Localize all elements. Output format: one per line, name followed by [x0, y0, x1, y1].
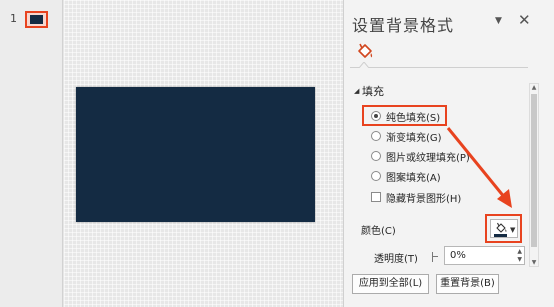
panel-scrollbar[interactable]: ▲ ▼ — [529, 83, 539, 267]
hide-background-checkbox[interactable] — [371, 192, 381, 202]
section-collapse-icon[interactable]: ◢ — [354, 87, 359, 95]
solid-fill-highlight — [362, 105, 447, 126]
color-picker-button[interactable]: ▼ — [490, 219, 518, 238]
picture-fill-label: 图片或纹理填充(P) — [386, 153, 470, 164]
transparency-slider[interactable] — [432, 252, 438, 262]
hide-background-label: 隐藏背景图形(H) — [386, 194, 462, 205]
slide-number: 1 — [10, 12, 17, 25]
spin-down-icon[interactable]: ▼ — [517, 256, 522, 263]
reset-background-button[interactable]: 重置背景(B) — [436, 274, 499, 294]
scroll-up-icon[interactable]: ▲ — [530, 84, 538, 91]
color-label: 颜色(C) — [361, 226, 396, 237]
format-background-panel: 设置背景格式 ▼ ✕ ◢ 填充 纯色填充(S) 渐变填充(G) 图片或纹理填充(… — [343, 0, 554, 307]
transparency-value[interactable]: 0% — [450, 250, 466, 261]
apply-to-all-button[interactable]: 应用到全部(L) — [352, 274, 429, 294]
pattern-fill-label: 图案填充(A) — [386, 173, 441, 184]
current-slide[interactable] — [76, 87, 315, 222]
thumbnail-pane: 1 — [0, 0, 63, 307]
panel-title: 设置背景格式 — [352, 16, 455, 35]
spin-up-icon[interactable]: ▲ — [517, 248, 522, 255]
dropdown-caret-icon[interactable]: ▼ — [495, 16, 502, 26]
tab-pointer — [359, 62, 369, 68]
close-icon[interactable]: ✕ — [518, 11, 531, 29]
chevron-down-icon[interactable]: ▼ — [510, 226, 515, 234]
scrollbar-thumb[interactable] — [531, 94, 537, 247]
slide-thumbnail[interactable] — [30, 15, 43, 24]
tab-divider — [350, 67, 528, 68]
current-color-swatch — [494, 234, 507, 237]
fill-section-title[interactable]: 填充 — [362, 83, 384, 99]
pattern-fill-radio[interactable] — [371, 171, 381, 181]
gradient-fill-radio[interactable] — [371, 131, 381, 141]
picture-fill-radio[interactable] — [371, 151, 381, 161]
gradient-fill-label: 渐变填充(G) — [386, 133, 442, 144]
transparency-input[interactable]: 0% ▲ ▼ — [444, 246, 525, 265]
slide-canvas — [64, 0, 343, 307]
scroll-down-icon[interactable]: ▼ — [530, 259, 538, 266]
transparency-label: 透明度(T) — [374, 254, 418, 265]
paint-bucket-icon[interactable] — [355, 42, 375, 62]
